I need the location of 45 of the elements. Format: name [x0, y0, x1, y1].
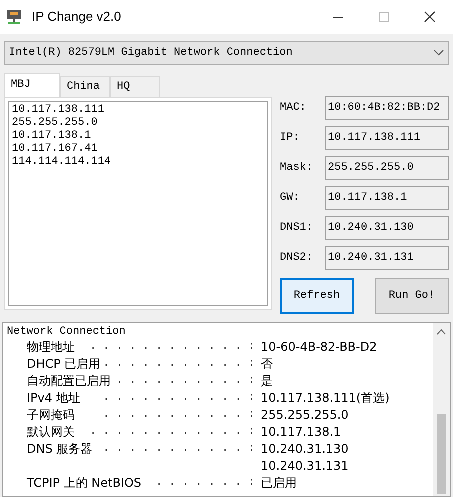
address-field[interactable]: 10.240.31.130 [325, 216, 449, 240]
output-value: 否 [260, 356, 273, 373]
output-value: 10-60-4B-82-BB-D2 [260, 339, 378, 356]
address-field[interactable]: 10.117.138.1 [325, 186, 449, 210]
field-label: DNS2: [280, 250, 314, 266]
maximize-icon [379, 12, 389, 22]
tab[interactable]: MBJ [4, 73, 60, 97]
output-title: Network Connection [7, 326, 127, 339]
network-icon [6, 9, 22, 25]
tab[interactable]: HQ [110, 76, 160, 97]
output-label: TCPIP 上的 NetBIOS . . . . . . . : [26, 475, 255, 492]
chevron-down-icon [434, 50, 444, 56]
output-value: 10.240.31.131 [260, 458, 349, 475]
field-label: MAC: [280, 100, 308, 116]
action-button[interactable]: Run Go! [375, 278, 449, 314]
field-label: GW: [280, 190, 301, 206]
output-label: DNS 服务器 . . . . . . . . . . . : [26, 441, 255, 458]
scroll-up-icon [437, 329, 446, 335]
address-field[interactable]: 10.240.31.131 [325, 246, 449, 270]
output-value: 10.117.138.111(首选) [260, 390, 390, 407]
window-title: IP Change v2.0 [32, 8, 122, 26]
address-field[interactable]: 10.117.138.111 [325, 126, 449, 150]
profile-textarea[interactable]: 10.117.138.111 255.255.255.0 10.117.138.1 10.117.167.41 114.114.114.114 [8, 101, 268, 306]
output-label: 自动配置已启用 . . . . . . . . . . : [26, 373, 255, 390]
output-value: 10.117.138.1 [260, 424, 342, 441]
output-label: DHCP 已启用 . . . . . . . . . . . : [26, 356, 255, 373]
output-value: 10.240.31.130 [260, 441, 349, 458]
output-value: 已启用 [260, 475, 297, 492]
output-label: 子网掩码 . . . . . . . . . . . : [26, 407, 255, 424]
address-field[interactable]: 255.255.255.0 [325, 156, 449, 180]
adapter-dropdown[interactable]: Intel(R) 82579LM Gigabit Network Connection [4, 41, 449, 65]
field-label: DNS1: [280, 220, 314, 236]
scrollbar-thumb[interactable] [437, 414, 446, 494]
tab[interactable]: China [60, 76, 110, 97]
output-label: IPv4 地址 . . . . . . . . . . . : [26, 390, 255, 407]
address-field[interactable]: 10:60:4B:82:BB:D2 [325, 96, 449, 120]
action-button[interactable]: Refresh [280, 278, 354, 314]
output-value: 是 [260, 373, 273, 390]
output-label: 默认网关 . . . . . . . . . . . . : [26, 424, 255, 441]
scrollbar[interactable] [433, 323, 450, 496]
close-icon [424, 11, 436, 23]
field-label: Mask: [280, 160, 314, 176]
field-label: IP: [280, 130, 301, 146]
output-value: 255.255.255.0 [260, 407, 349, 424]
output-label: 物理地址 . . . . . . . . . . . . : [26, 339, 255, 356]
